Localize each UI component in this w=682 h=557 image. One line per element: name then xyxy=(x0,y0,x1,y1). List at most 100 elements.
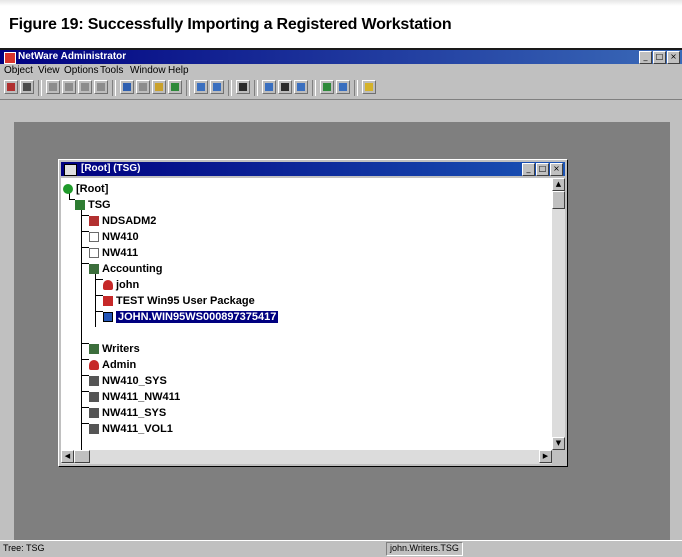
tree-connector xyxy=(81,407,89,408)
toolbar-separator xyxy=(354,80,358,96)
details-tool-button[interactable] xyxy=(62,80,76,94)
toolbar-separator xyxy=(312,80,316,96)
delete-icon xyxy=(139,83,147,91)
print-layout-tool-button[interactable] xyxy=(336,80,350,94)
browser-title: [Root] (TSG) xyxy=(81,163,141,174)
browser-close-button[interactable]: × xyxy=(550,163,563,176)
move-tool-button[interactable] xyxy=(78,80,92,94)
cascade-tool-button[interactable] xyxy=(262,80,276,94)
tree-connector xyxy=(81,375,89,376)
tree-connector xyxy=(81,391,89,392)
user-icon xyxy=(89,360,99,370)
app-icon[interactable] xyxy=(4,52,16,64)
status-tree: Tree: TSG xyxy=(3,543,45,553)
horizontal-scrollbar[interactable]: ◀ ▶ xyxy=(61,450,552,464)
move-icon xyxy=(81,83,89,91)
maximize-button[interactable]: □ xyxy=(653,51,666,64)
minimize-button[interactable]: _ xyxy=(639,51,652,64)
tree-connector xyxy=(81,247,89,248)
details-icon xyxy=(65,83,73,91)
workstation-icon xyxy=(323,83,331,91)
toolbar-separator xyxy=(186,80,190,96)
menu-object[interactable]: Object xyxy=(4,65,33,76)
scroll-up-arrow-icon[interactable]: ▲ xyxy=(552,178,565,191)
exit-icon xyxy=(7,83,15,91)
figure-top-stripe xyxy=(0,0,682,6)
tree-connector xyxy=(81,231,89,232)
volume-icon xyxy=(89,392,99,402)
app-window-controls: _ □ × xyxy=(639,51,680,64)
partition-icon xyxy=(197,83,205,91)
partition-tool-button[interactable] xyxy=(194,80,208,94)
server-icon xyxy=(89,232,99,242)
menu-help[interactable]: Help xyxy=(168,65,189,76)
organization-icon xyxy=(75,200,85,210)
print-tool-button[interactable] xyxy=(20,80,34,94)
figure-header: Figure 19: Successfully Importing a Regi… xyxy=(0,0,682,50)
create-tool-button[interactable] xyxy=(46,80,60,94)
tree-connector xyxy=(81,359,89,360)
toolbar-separator xyxy=(228,80,232,96)
tree-connector xyxy=(81,343,89,344)
menu-window[interactable]: Window xyxy=(130,65,166,76)
status-bar: Tree: TSG john.Writers.TSG xyxy=(0,540,682,557)
rename-tool-button[interactable] xyxy=(120,80,134,94)
tree-view-tool-button[interactable] xyxy=(210,80,224,94)
tree-connector xyxy=(81,423,89,424)
tree-connector xyxy=(95,311,103,312)
exit-tool-button[interactable] xyxy=(4,80,18,94)
rights-icon xyxy=(155,83,163,91)
tree-connector xyxy=(95,295,103,296)
volume-icon xyxy=(89,376,99,386)
menu-bar: Object View Options Tools Window Help xyxy=(0,64,682,77)
browser-window-controls: _ □ × xyxy=(522,163,563,176)
create-icon xyxy=(49,83,57,91)
menu-view[interactable]: View xyxy=(38,65,60,76)
browser-minimize-button[interactable]: _ xyxy=(522,163,535,176)
vertical-scroll-thumb[interactable] xyxy=(552,191,565,209)
org-unit-icon xyxy=(89,344,99,354)
delete-tool-button[interactable] xyxy=(136,80,150,94)
vertical-scrollbar[interactable]: ▲ ▼ xyxy=(552,178,565,450)
tile-tool-button[interactable] xyxy=(278,80,292,94)
scroll-down-arrow-icon[interactable]: ▼ xyxy=(552,437,565,450)
org-unit-icon xyxy=(89,264,99,274)
close-button[interactable]: × xyxy=(667,51,680,64)
browse-tool-button[interactable] xyxy=(236,80,250,94)
menu-tools[interactable]: Tools xyxy=(100,65,123,76)
copy-icon xyxy=(97,83,105,91)
workstation-icon xyxy=(103,312,113,322)
arrange-tool-button[interactable] xyxy=(294,80,308,94)
toolbar xyxy=(0,77,682,100)
browser-icon[interactable] xyxy=(64,164,77,176)
volume-icon xyxy=(89,408,99,418)
workstation-tool-button[interactable] xyxy=(320,80,334,94)
help-tool-button[interactable] xyxy=(362,80,376,94)
server-icon xyxy=(89,216,99,226)
figure-title: Figure 19: Successfully Importing a Regi… xyxy=(9,16,452,33)
browser-window: [Root] (TSG) _ □ × [Root] TSG NDSADM2 NW… xyxy=(58,159,568,467)
scroll-left-arrow-icon[interactable]: ◀ xyxy=(61,450,74,463)
server-icon xyxy=(89,248,99,258)
print-icon xyxy=(23,83,31,91)
scroll-right-arrow-icon[interactable]: ▶ xyxy=(539,450,552,463)
browse-icon xyxy=(239,83,247,91)
cascade-icon xyxy=(265,83,273,91)
horizontal-scroll-thumb[interactable] xyxy=(74,450,90,463)
toolbar-separator xyxy=(38,80,42,96)
browser-maximize-button[interactable]: □ xyxy=(536,163,549,176)
copy-tool-button[interactable] xyxy=(94,80,108,94)
search-tool-button[interactable] xyxy=(168,80,182,94)
search-icon xyxy=(171,83,179,91)
app-title: NetWare Administrator xyxy=(18,51,127,62)
tree-connector xyxy=(81,263,89,264)
policy-package-icon xyxy=(103,296,113,306)
rights-tool-button[interactable] xyxy=(152,80,166,94)
browser-title-bar[interactable]: [Root] (TSG) _ □ × xyxy=(61,162,565,176)
app-title-bar[interactable]: NetWare Administrator _ □ × xyxy=(0,50,682,64)
user-icon xyxy=(103,280,113,290)
tree-view[interactable]: [Root] TSG NDSADM2 NW410 NW411 Accountin… xyxy=(61,178,552,450)
toolbar-separator xyxy=(112,80,116,96)
menu-options[interactable]: Options xyxy=(64,65,98,76)
help-icon xyxy=(365,83,373,91)
